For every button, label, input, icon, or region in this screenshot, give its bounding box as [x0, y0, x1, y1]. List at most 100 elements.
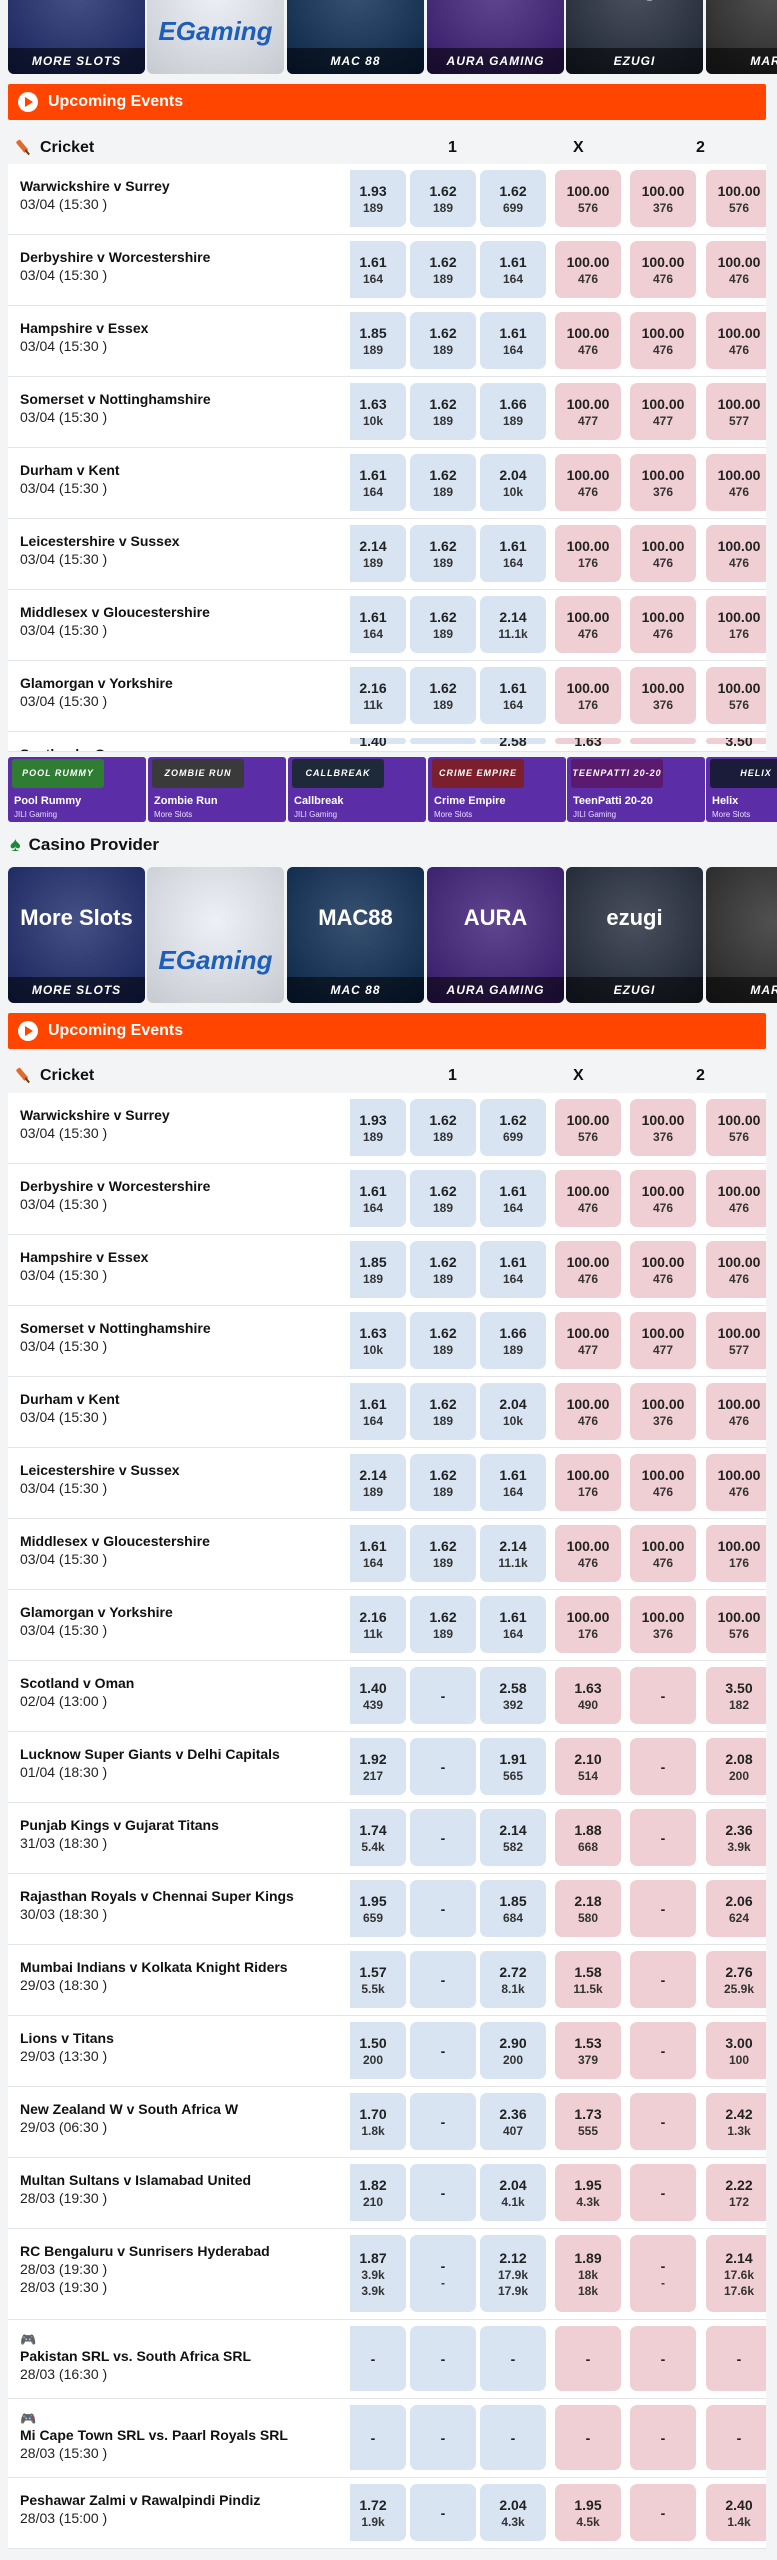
back-odds-button[interactable]: 2.04 4.1k: [480, 2164, 546, 2221]
lay-odds-button[interactable]: 2.06 624: [706, 1880, 766, 1937]
back-odds-button[interactable]: 1.61 164: [350, 1525, 406, 1582]
back-odds-button[interactable]: 1.57 5.5k: [350, 1951, 406, 2008]
event-row[interactable]: Peshawar Zalmi v Rawalpindi Pindiz 28/03 …: [8, 2478, 766, 2549]
lay-odds-button[interactable]: 100.00 576: [706, 667, 766, 724]
event-row[interactable]: Somerset v Nottinghamshire 03/04 (15:30 )…: [8, 377, 766, 448]
back-odds-button[interactable]: 1.62 189: [410, 312, 476, 369]
lay-odds-button[interactable]: 3.50: [706, 738, 766, 746]
event-name[interactable]: Glamorgan v Yorkshire: [20, 1604, 350, 1620]
lay-odds-button[interactable]: -: [630, 1809, 696, 1866]
back-odds-button[interactable]: 1.62 189: [410, 596, 476, 653]
event-name[interactable]: Warwickshire v Surrey: [20, 178, 350, 194]
lay-odds-button[interactable]: 100.00 176: [706, 1525, 766, 1582]
back-odds-button[interactable]: 1.66 189: [480, 1312, 546, 1369]
event-name[interactable]: Scotland v Oman: [20, 746, 350, 751]
back-odds-button[interactable]: 1.70 1.8k: [350, 2093, 406, 2150]
back-odds-button[interactable]: 1.62 189: [410, 1312, 476, 1369]
lay-odds-button[interactable]: 1.73 555: [555, 2093, 621, 2150]
lay-odds-button[interactable]: 100.00 576: [555, 1099, 621, 1156]
lay-odds-button[interactable]: 100.00 476: [706, 1170, 766, 1227]
back-odds-button[interactable]: -: [480, 2405, 546, 2470]
lay-odds-button[interactable]: 3.00 100: [706, 2022, 766, 2079]
lay-odds-button[interactable]: 100.00 476: [555, 596, 621, 653]
event-name[interactable]: Mi Cape Town SRL vs. Paarl Royals SRL: [20, 2427, 350, 2443]
lay-odds-button[interactable]: --: [630, 2235, 696, 2312]
event-row[interactable]: Glamorgan v Yorkshire 03/04 (15:30 ) 2.16 1…: [8, 661, 766, 732]
lay-odds-button[interactable]: -: [630, 2405, 696, 2470]
event-name[interactable]: Warwickshire v Surrey: [20, 1107, 350, 1123]
back-odds-button[interactable]: 1.62 189: [410, 454, 476, 511]
back-odds-button[interactable]: 1.93 189: [350, 170, 406, 227]
lay-odds-button[interactable]: 100.00 476: [706, 312, 766, 369]
lay-odds-button[interactable]: 100.00 476: [630, 596, 696, 653]
provider-card[interactable]: EGaming: [147, 867, 284, 1003]
lay-odds-button[interactable]: 1.63 490: [555, 1667, 621, 1724]
lay-odds-button[interactable]: 100.00 376: [630, 1596, 696, 1653]
event-name[interactable]: Hampshire v Essex: [20, 320, 350, 336]
back-odds-button[interactable]: 2.14 189: [350, 525, 406, 582]
lay-odds-button[interactable]: -: [630, 1738, 696, 1795]
back-odds-button[interactable]: 1.91 565: [480, 1738, 546, 1795]
event-row[interactable]: Lions v Titans 29/03 (13:30 ) 1.50 200-2.90…: [8, 2016, 766, 2087]
lay-odds-button[interactable]: 100.00 576: [706, 1596, 766, 1653]
lay-odds-button[interactable]: 100.00 476: [706, 525, 766, 582]
lay-odds-button[interactable]: 100.00 376: [630, 1383, 696, 1440]
provider-card[interactable]: MAC88 MAC 88: [287, 0, 424, 74]
lay-odds-button[interactable]: 100.00 576: [706, 1099, 766, 1156]
lay-odds-button[interactable]: 100.00 476: [555, 241, 621, 298]
provider-card[interactable]: MARBL: [706, 867, 777, 1003]
lay-odds-button[interactable]: 100.00 476: [555, 454, 621, 511]
event-name[interactable]: Pakistan SRL vs. South Africa SRL: [20, 2348, 350, 2364]
lay-odds-button[interactable]: 100.00 476: [630, 312, 696, 369]
lay-odds-button[interactable]: 100.00 476: [706, 1454, 766, 1511]
lay-odds-button[interactable]: 2.18 580: [555, 1880, 621, 1937]
back-odds-button[interactable]: 1.61 164: [350, 454, 406, 511]
event-name[interactable]: Derbyshire v Worcestershire: [20, 1178, 350, 1194]
event-row[interactable]: New Zealand W v South Africa W 29/03 (06:…: [8, 2087, 766, 2158]
lay-odds-button[interactable]: 100.00 477: [555, 1312, 621, 1369]
lay-odds-button[interactable]: 2.42 1.3k: [706, 2093, 766, 2150]
lay-odds-button[interactable]: -: [555, 2405, 621, 2470]
back-odds-button[interactable]: 1.62 189: [410, 1525, 476, 1582]
back-odds-button[interactable]: 2.36 407: [480, 2093, 546, 2150]
lay-odds-button[interactable]: 100.00 176: [555, 525, 621, 582]
back-odds-button[interactable]: 1.62 189: [410, 525, 476, 582]
back-odds-button[interactable]: 2.04 10k: [480, 454, 546, 511]
event-name[interactable]: Derbyshire v Worcestershire: [20, 249, 350, 265]
event-row[interactable]: Derbyshire v Worcestershire 03/04 (15:30 …: [8, 1164, 766, 1235]
back-odds-button[interactable]: 2.14 189: [350, 1454, 406, 1511]
back-odds-button[interactable]: 1.61 164: [480, 241, 546, 298]
event-row[interactable]: 🎮 Pakistan SRL vs. South Africa SRL 28/03 …: [8, 2320, 766, 2399]
back-odds-button[interactable]: 2.04 10k: [480, 1383, 546, 1440]
event-name[interactable]: RC Bengaluru v Sunrisers Hyderabad: [20, 2243, 350, 2259]
lay-odds-button[interactable]: 1.95 4.3k: [555, 2164, 621, 2221]
back-odds-button[interactable]: 1.62 699: [480, 1099, 546, 1156]
event-row[interactable]: Leicestershire v Sussex 03/04 (15:30 ) 2.1…: [8, 1448, 766, 1519]
event-name[interactable]: Multan Sultans v Islamabad United: [20, 2172, 350, 2188]
lay-odds-button[interactable]: [630, 738, 696, 744]
event-row[interactable]: Multan Sultans v Islamabad United 28/03 (…: [8, 2158, 766, 2229]
back-odds-button[interactable]: 2.58: [480, 738, 546, 746]
lay-odds-button[interactable]: 100.00 476: [706, 454, 766, 511]
back-odds-button[interactable]: 1.93 189: [350, 1099, 406, 1156]
provider-card[interactable]: AURA AURA GAMING: [427, 867, 564, 1003]
event-row[interactable]: Leicestershire v Sussex 03/04 (15:30 ) 2.1…: [8, 519, 766, 590]
back-odds-button[interactable]: -: [410, 1738, 476, 1795]
lay-odds-button[interactable]: 100.00 576: [555, 170, 621, 227]
lay-odds-button[interactable]: 100.00 476: [630, 241, 696, 298]
back-odds-button[interactable]: 2.12 17.9k 17.9k: [480, 2235, 546, 2312]
event-name[interactable]: Scotland v Oman: [20, 1675, 350, 1691]
lay-odds-button[interactable]: 100.00 476: [555, 1241, 621, 1298]
game-card[interactable]: CRIME EMPIRE Crime Empire More Slots: [428, 757, 566, 822]
back-odds-button[interactable]: 2.16 11k: [350, 667, 406, 724]
lay-odds-button[interactable]: 100.00 476: [630, 525, 696, 582]
lay-odds-button[interactable]: 100.00 477: [630, 383, 696, 440]
lay-odds-button[interactable]: -: [630, 2093, 696, 2150]
back-odds-button[interactable]: 1.62 699: [480, 170, 546, 227]
lay-odds-button[interactable]: -: [630, 2164, 696, 2221]
lay-odds-button[interactable]: 1.63: [555, 738, 621, 746]
back-odds-button[interactable]: 1.82 210: [350, 2164, 406, 2221]
lay-odds-button[interactable]: -: [706, 2326, 766, 2391]
back-odds-button[interactable]: -: [410, 1667, 476, 1724]
event-row[interactable]: Derbyshire v Worcestershire 03/04 (15:30 …: [8, 235, 766, 306]
